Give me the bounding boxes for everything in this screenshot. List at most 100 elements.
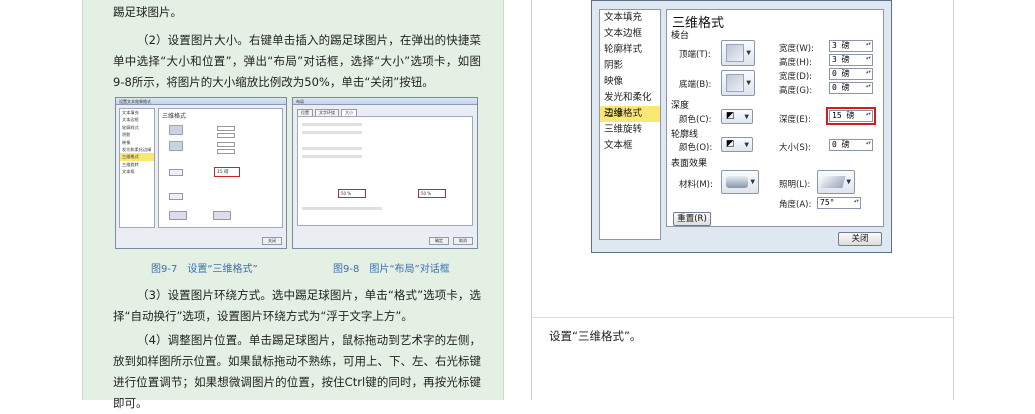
mini-ok-button: 确定 [429,237,449,245]
mini-list-item: 阴影 [122,132,131,138]
mini-cancel-button: 取消 [453,237,473,245]
chevron-down-icon: ▼ [846,178,851,186]
mini-list-item: 文本边框 [122,117,139,123]
bevel-preview-icon [726,74,744,92]
contour-section-label: 轮廓线 [671,130,699,140]
lighting-dropdown[interactable]: ▼ [817,170,855,194]
top-width-spinner[interactable]: 3 磅 [829,40,873,52]
category-item-shadow[interactable]: 阴影 [600,58,660,74]
material-label: 材料(M): [679,180,713,190]
contour-color-label: 颜色(O): [679,143,713,153]
bottom-bevel-dropdown[interactable]: ▼ [721,70,755,96]
category-list[interactable]: 文本填充 文本边框 轮廓样式 阴影 映像 发光和柔化边缘 三维格式 三维旋转 文… [599,9,661,240]
mini-scale-width-highlight: 50 % [418,189,446,198]
depth-section-label: 深度 [671,101,690,111]
right-page-caption-text: 设置“三维格式”。 [549,329,642,343]
mini-spin [217,142,235,147]
chevron-down-icon: ▼ [750,178,755,186]
top-bevel-dropdown[interactable]: ▼ [721,40,755,66]
mini-list-item: 映像 [122,139,131,145]
mini-close-button: 关闭 [262,237,282,245]
mini-list-item-selected: 三维格式 [120,153,154,161]
bottom-bevel-label: 底端(B): [679,80,712,90]
bottom-height-label: 高度(G): [779,86,813,96]
chevron-down-icon: ▼ [746,49,751,57]
mini-row [302,147,362,150]
top-height-spinner[interactable]: 3 磅 [829,54,873,66]
paint-bucket-icon: ◩ [726,111,735,121]
depth-color-dropdown[interactable]: ◩ ▼ [721,109,753,124]
bevel-section-label: 棱台 [671,31,690,41]
top-width-label: 宽度(W): [779,44,814,54]
angle-spinner[interactable]: 75° [817,197,861,209]
category-item-outline-style[interactable]: 轮廓样式 [600,42,660,58]
bevel-preview-icon [726,44,744,62]
format-text-effects-dialog: 文本填充 文本边框 轮廓样式 阴影 映像 发光和柔化边缘 三维格式 三维旋转 文… [591,0,892,253]
mini-list-item: 轮廓样式 [122,124,139,130]
mini-contour-dropdown [169,193,183,200]
reset-button[interactable]: 重置(R) [673,212,711,226]
mini-spin [217,133,235,138]
depth-label: 深度(E): [779,115,811,125]
mini-row [302,155,362,158]
paragraph-step-3: （3）设置图片环绕方式。选中踢足球图片，单击“格式”选项卡，选择“自动换行”选项… [113,288,481,323]
mini-color-dropdown [169,169,183,176]
chevron-down-icon: ▼ [744,141,749,148]
lighting-preview-icon [820,176,846,188]
mini-list-item: 三维旋转 [122,161,139,167]
size-spinner[interactable]: 0 磅 [829,139,873,151]
mini-row [302,123,362,126]
page-divider-line [532,317,953,318]
material-dropdown[interactable]: ▼ [721,170,759,194]
mini-spin [217,126,235,131]
settings-panel: 三维格式 棱台 顶端(T): ▼ 宽度(W): 3 磅 高度(H): 3 磅 底… [666,9,884,227]
category-item-3d-format[interactable]: 三维格式 [600,106,660,122]
mini-panel-heading: 三维格式 [162,113,187,120]
bottom-height-spinner[interactable]: 0 磅 [829,82,873,94]
category-item-text-fill[interactable]: 文本填充 [600,10,660,26]
bottom-width-spinner[interactable]: 0 磅 [829,68,873,80]
category-item-text-outline[interactable]: 文本边框 [600,26,660,42]
mini-layout-panel: 50 % 50 % [297,116,473,226]
paint-bucket-icon: ◩ [726,139,735,149]
paragraph-top-line: 踢足球图片。 [113,5,182,19]
mini-depth-value: 15 磅 [217,170,229,175]
depth-color-label: 颜色(C): [679,115,712,125]
angle-label: 角度(A): [779,200,812,210]
paragraph-step-2: （2）设置图片大小。右键单击插入的踢足球图片，在弹出的快捷菜单中选择“大小和位置… [113,33,481,89]
mini-scale-width: 50 % [421,191,432,196]
top-height-label: 高度(H): [779,58,812,68]
mini-list-item: 文本填充 [122,110,139,115]
mini-bevel-top-swatch [169,125,183,135]
depth-spinner[interactable]: 15 磅 [829,110,873,122]
figure-9-8-screenshot: 布局 位置 文字环绕 大小 50 % 50 % 确定 取消 [292,97,478,249]
surface-section-label: 表面效果 [671,159,708,169]
mini-row [302,207,382,210]
mini-spin [217,149,235,154]
mini-scale-height: 50 % [341,191,352,196]
figure-9-7-caption: 图9-7 设置“三维格式” [151,264,258,275]
category-item-3d-rotation[interactable]: 三维旋转 [600,122,660,138]
mini-scale-height-highlight: 50 % [338,189,366,198]
figure-9-7-screenshot: 设置文本效果格式 文本填充 文本边框 轮廓样式 阴影 映像 发光和柔化边缘 三维… [115,97,287,249]
mini-list-item: 文本框 [122,169,135,175]
mini-lighting-dropdown [213,211,231,220]
left-book-page: 踢足球图片。 （2）设置图片大小。右键单击插入的踢足球图片，在弹出的快捷菜单中选… [82,0,504,410]
chevron-down-icon: ▼ [746,79,751,87]
top-bevel-label: 顶端(T): [679,50,711,60]
mini-category-list: 文本填充 文本边框 轮廓样式 阴影 映像 发光和柔化边缘 三维格式 三维旋转 文… [119,108,155,228]
category-item-text-box[interactable]: 文本框 [600,138,660,154]
size-label: 大小(S): [779,143,811,153]
paragraph-step-4: （4）调整图片位置。单击踢足球图片，鼠标拖动到艺术字的左侧，放到如样图所示位置。… [113,333,481,410]
bottom-width-label: 宽度(D): [779,72,813,82]
mini-depth-highlight: 15 磅 [214,167,240,177]
figure-9-8-caption: 图9-8 图片“布局”对话框 [333,264,450,275]
contour-color-dropdown[interactable]: ◩ ▼ [721,137,753,152]
mini-list-item: 发光和柔化边缘 [122,146,152,152]
mini-bevel-bottom-swatch [169,141,183,151]
chevron-down-icon: ▼ [744,113,749,120]
close-button[interactable]: 关闭 [838,232,882,246]
material-preview-icon [726,176,748,188]
category-item-glow[interactable]: 发光和柔化边缘 [600,90,660,119]
category-item-reflection[interactable]: 映像 [600,74,660,90]
